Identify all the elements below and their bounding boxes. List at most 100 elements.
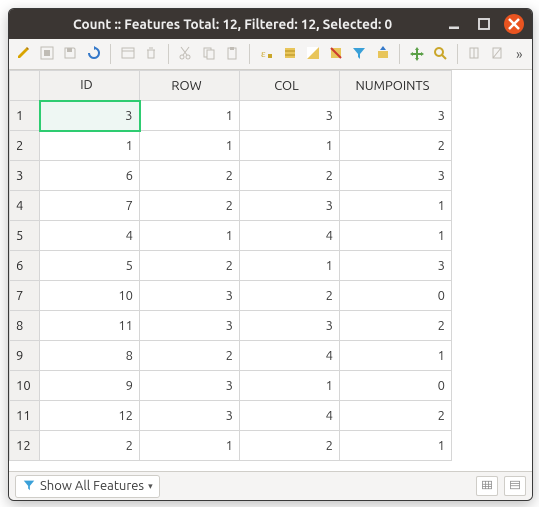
table-cell[interactable]: 1 (240, 131, 340, 161)
table-cell[interactable]: 2 (340, 401, 452, 431)
delete-field-button[interactable] (487, 43, 508, 65)
table-cell[interactable]: 4 (240, 221, 340, 251)
table-cell[interactable]: 1 (240, 371, 340, 401)
invert-selection-button[interactable] (302, 43, 323, 65)
table-cell[interactable]: 2 (40, 431, 140, 461)
select-by-expression-button[interactable]: ε (256, 43, 277, 65)
table-cell[interactable]: 3 (140, 281, 240, 311)
save-edits-button[interactable] (60, 43, 81, 65)
form-view-icon (509, 479, 521, 494)
table-cell[interactable]: 3 (140, 371, 240, 401)
row-header[interactable]: 10 (10, 371, 40, 401)
save-icon (62, 45, 78, 64)
delete-selected-button[interactable] (140, 43, 161, 65)
table-view-button[interactable] (476, 476, 498, 496)
table-cell[interactable]: 3 (340, 251, 452, 281)
paste-button[interactable] (221, 43, 242, 65)
row-header[interactable]: 7 (10, 281, 40, 311)
window-close-button[interactable] (504, 14, 524, 34)
table-cell[interactable]: 0 (340, 371, 452, 401)
move-selection-top-button[interactable] (372, 43, 393, 65)
table-cell[interactable]: 10 (40, 281, 140, 311)
table-cell[interactable]: 2 (140, 161, 240, 191)
table-cell[interactable]: 8 (40, 341, 140, 371)
table-cell[interactable]: 1 (140, 431, 240, 461)
row-header[interactable]: 8 (10, 311, 40, 341)
table-cell[interactable]: 3 (140, 401, 240, 431)
row-header[interactable]: 4 (10, 191, 40, 221)
new-field-button[interactable] (464, 43, 485, 65)
reload-button[interactable] (83, 43, 104, 65)
table-cell[interactable]: 2 (140, 251, 240, 281)
table-cell[interactable]: 3 (340, 161, 452, 191)
cut-button[interactable] (175, 43, 196, 65)
form-view-button[interactable] (504, 476, 526, 496)
table-cell[interactable]: 2 (240, 431, 340, 461)
row-header[interactable]: 5 (10, 221, 40, 251)
table-cell[interactable]: 11 (40, 311, 140, 341)
zoom-to-selected-button[interactable] (430, 43, 451, 65)
table-cell[interactable]: 3 (40, 101, 140, 131)
table-cell[interactable]: 1 (240, 251, 340, 281)
add-feature-button[interactable] (117, 43, 138, 65)
row-header[interactable]: 2 (10, 131, 40, 161)
zoom-icon (432, 45, 448, 64)
table-cell[interactable]: 7 (40, 191, 140, 221)
toolbar-separator (249, 44, 250, 64)
column-header-id[interactable]: ID (40, 71, 140, 101)
toggle-editing-button[interactable] (13, 43, 34, 65)
window-maximize-button[interactable] (474, 14, 494, 34)
multi-edit-button[interactable] (36, 43, 57, 65)
select-all-button[interactable] (279, 43, 300, 65)
table-cell[interactable]: 12 (40, 401, 140, 431)
table-cell[interactable]: 3 (240, 311, 340, 341)
table-cell[interactable]: 2 (240, 161, 340, 191)
row-header[interactable]: 3 (10, 161, 40, 191)
table-cell[interactable]: 1 (340, 341, 452, 371)
table-row: 811332 (10, 311, 452, 341)
table-cell[interactable]: 3 (340, 101, 452, 131)
column-header-row[interactable]: ROW (140, 71, 240, 101)
table-cell[interactable]: 1 (140, 101, 240, 131)
table-cell[interactable]: 5 (40, 251, 140, 281)
table-cell[interactable]: 1 (140, 221, 240, 251)
table-cell[interactable]: 1 (340, 191, 452, 221)
statusbar: Show All Features ▾ (9, 471, 532, 500)
table-cell[interactable]: 9 (40, 371, 140, 401)
table-cell[interactable]: 1 (40, 131, 140, 161)
table-cell[interactable]: 3 (240, 191, 340, 221)
row-header[interactable]: 9 (10, 341, 40, 371)
table-cell[interactable]: 2 (140, 341, 240, 371)
table-cell[interactable]: 4 (40, 221, 140, 251)
row-header[interactable]: 6 (10, 251, 40, 281)
filter-selection-button[interactable] (349, 43, 370, 65)
toolbar-overflow-button[interactable]: » (511, 46, 528, 62)
table-cell[interactable]: 4 (240, 401, 340, 431)
pan-to-selected-button[interactable] (406, 43, 427, 65)
new-field-icon (467, 45, 483, 64)
copy-button[interactable] (198, 43, 219, 65)
table-cell[interactable]: 4 (240, 341, 340, 371)
table-cell[interactable]: 2 (240, 281, 340, 311)
table-cell[interactable]: 0 (340, 281, 452, 311)
table-row: 36223 (10, 161, 452, 191)
table-corner[interactable] (10, 71, 40, 101)
table-cell[interactable]: 2 (340, 131, 452, 161)
table-cell[interactable]: 1 (340, 431, 452, 461)
window-minimize-button[interactable] (444, 14, 464, 34)
attribute-table-scroll[interactable]: ID ROW COL NUMPOINTS 1313321112362234723… (9, 70, 532, 471)
table-cell[interactable]: 2 (340, 311, 452, 341)
deselect-all-button[interactable] (325, 43, 346, 65)
column-header-col[interactable]: COL (240, 71, 340, 101)
feature-filter-dropdown[interactable]: Show All Features ▾ (15, 475, 160, 498)
row-header[interactable]: 11 (10, 401, 40, 431)
table-cell[interactable]: 1 (340, 221, 452, 251)
table-cell[interactable]: 3 (240, 101, 340, 131)
column-header-numpoints[interactable]: NUMPOINTS (340, 71, 452, 101)
table-cell[interactable]: 3 (140, 311, 240, 341)
table-cell[interactable]: 1 (140, 131, 240, 161)
table-cell[interactable]: 6 (40, 161, 140, 191)
row-header[interactable]: 12 (10, 431, 40, 461)
row-header[interactable]: 1 (10, 101, 40, 131)
table-cell[interactable]: 2 (140, 191, 240, 221)
